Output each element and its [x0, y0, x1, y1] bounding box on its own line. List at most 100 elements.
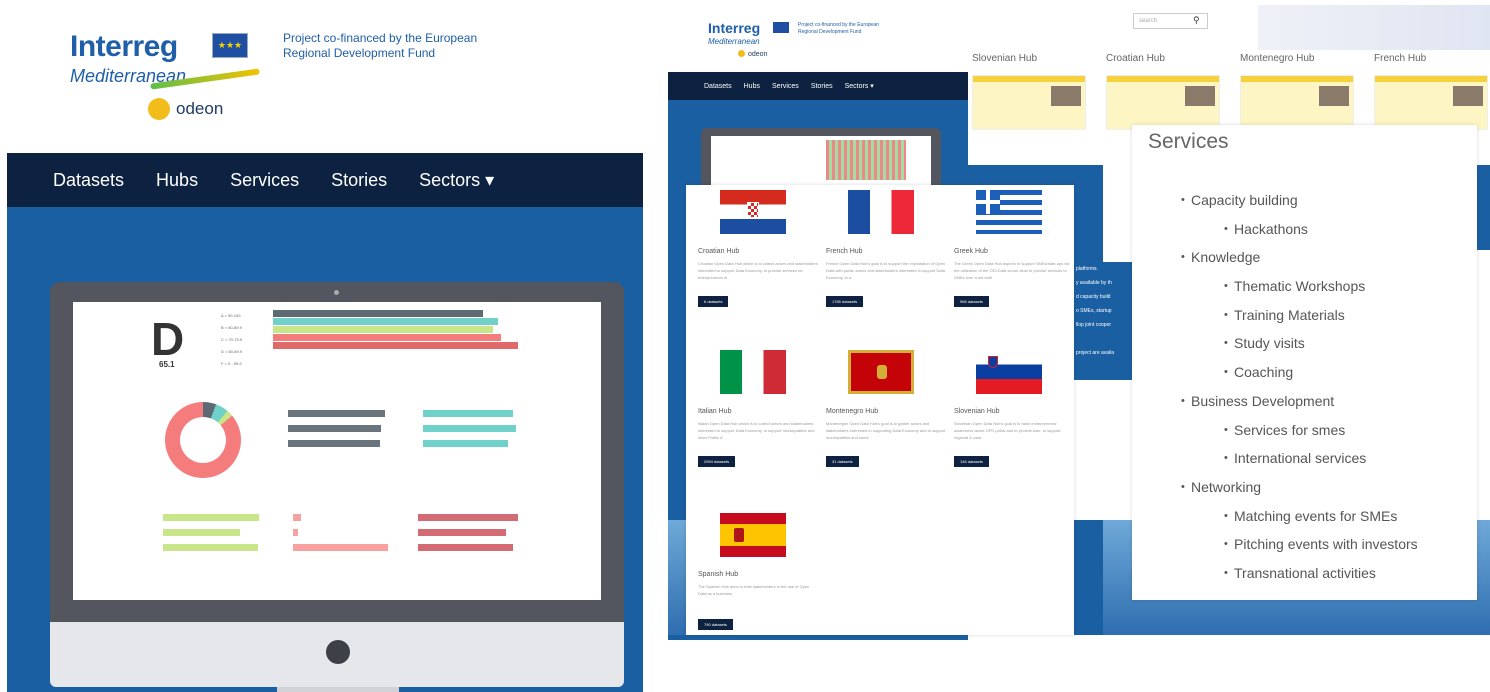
monitor-illustration: D 65.1 A = 90-100 B = 80-89.9 C = 70-79.…	[50, 282, 624, 622]
hub-thumbnail[interactable]	[972, 75, 1086, 130]
hub-page-white-panel	[1074, 380, 1134, 520]
odeon-logo-icon	[148, 98, 170, 120]
hub-description: The Spanish Hub aims to train stakeholde…	[698, 584, 810, 596]
odeon-logo-small: odeon	[738, 50, 767, 58]
odeon-logo-text: odeon	[176, 99, 224, 118]
bar-chart-thumbnail	[826, 140, 906, 180]
monitor-button-icon	[326, 640, 350, 664]
services-list-item[interactable]: Study visits	[1132, 333, 1418, 362]
monitor-camera	[334, 290, 339, 295]
datasets-button[interactable]: 790 datasets	[698, 619, 733, 630]
services-list-item[interactable]: Matching events for SMEs	[1132, 506, 1418, 535]
monitor-stand	[277, 687, 399, 692]
score-bar	[288, 410, 385, 417]
hub-card-spanish[interactable]: Spanish Hub The Spanish Hub aims to trai…	[698, 513, 818, 631]
score-bar	[293, 544, 388, 551]
services-card: Services Capacity buildingHackathonsKnow…	[1132, 125, 1477, 600]
demographics-donut-chart	[165, 402, 241, 478]
dashboard-screen-small	[711, 136, 931, 188]
hub-thumbnail[interactable]	[1374, 75, 1488, 130]
hub-thumbnail[interactable]	[1240, 75, 1354, 130]
datasets-button[interactable]: 1765 datasets	[826, 296, 864, 307]
services-list-item[interactable]: Networking	[1132, 477, 1418, 506]
services-list-item[interactable]: Pitching events with investors	[1132, 534, 1418, 563]
nav-services[interactable]: Services	[230, 170, 299, 191]
interreg-logo-small[interactable]: Interreg	[708, 20, 760, 36]
hub-name: French Hub	[826, 248, 863, 255]
legend-c: C = 70-79.9	[221, 337, 243, 342]
nav-hubs[interactable]: Hubs	[156, 170, 198, 191]
services-list-item[interactable]: International services	[1132, 448, 1418, 477]
datasets-button[interactable]: 31 datasets	[826, 456, 859, 467]
monitor-illustration-small	[701, 128, 941, 188]
services-list-item[interactable]: Knowledge	[1132, 247, 1418, 276]
score-bar	[418, 544, 513, 551]
services-list-item[interactable]: Capacity building	[1132, 190, 1418, 219]
hub-description: Croatian Open Data Hub which is to colle…	[698, 261, 818, 280]
hub-description: Slovenian Open Data Hub's goal is to rai…	[954, 421, 1061, 440]
montenegro-flag-icon	[848, 350, 914, 394]
navbar-small: Datasets Hubs Services Stories Sectors ▾	[668, 72, 968, 100]
dashboard-screen: D 65.1 A = 90-100 B = 80-89.9 C = 70-79.…	[73, 302, 601, 600]
hubs-grid-card: Croatian Hub Croatian Open Data Hub whic…	[686, 185, 1074, 635]
hub-name: Greek Hub	[954, 248, 988, 255]
score-bar	[163, 544, 258, 551]
hub-description: Montenegrin Open Data Hub's goal is to g…	[826, 421, 946, 440]
services-list: Capacity buildingHackathonsKnowledgeThem…	[1132, 190, 1418, 592]
cofinanced-text: Project co-financed by the European Regi…	[283, 31, 478, 60]
hub-name: Slovenian Hub	[954, 408, 1000, 415]
grade-letter: D	[151, 313, 185, 365]
interreg-logo[interactable]: Interreg	[70, 30, 178, 64]
nav-sectors-dropdown[interactable]: Sectors ▾	[419, 170, 494, 191]
services-list-item[interactable]: Coaching	[1132, 362, 1418, 391]
hub-card-slovenian[interactable]: Slovenian Hub Slovenian Open Data Hub's …	[954, 350, 1074, 468]
services-list-item[interactable]: Business Development	[1132, 391, 1418, 420]
monitor-chin	[50, 622, 624, 687]
services-list-item[interactable]: Training Materials	[1132, 305, 1418, 334]
services-list-item[interactable]: Hackathons	[1132, 219, 1418, 248]
score-bar	[418, 529, 506, 536]
hub-card-greek[interactable]: Greek Hub The Greek Open Data Hub aspire…	[954, 190, 1074, 308]
services-list-item[interactable]: Thematic Workshops	[1132, 276, 1418, 305]
header-gradient	[1258, 5, 1490, 50]
legend-a: A = 90-100	[221, 313, 241, 318]
services-list-item[interactable]: Services for smes	[1132, 420, 1418, 449]
score-bar	[273, 334, 501, 341]
search-icon[interactable]: ⚲	[1193, 15, 1200, 26]
spain-flag-icon	[720, 513, 786, 557]
hub-card-montenegro[interactable]: Montenegro Hub Montenegrin Open Data Hub…	[826, 350, 946, 468]
legend-d: D = 60-69.9	[221, 349, 243, 354]
score-bar	[163, 529, 240, 536]
hub-card-croatian[interactable]: Croatian Hub Croatian Open Data Hub whic…	[698, 190, 818, 308]
nav-hubs-small[interactable]: Hubs	[744, 83, 760, 90]
hub-thumbnail[interactable]	[1106, 75, 1220, 130]
nav-services-small[interactable]: Services	[772, 83, 799, 90]
nav-stories-small[interactable]: Stories	[811, 83, 833, 90]
services-list-item[interactable]: Transnational activities	[1132, 563, 1418, 592]
hub-card-italian[interactable]: Italian Hub Italian Open Data Hub which …	[698, 350, 818, 468]
hub-name: Montenegro Hub	[826, 408, 879, 415]
mediterranean-logo-text-small: Mediterranean	[708, 37, 760, 46]
datasets-button[interactable]: 6 datasets	[698, 296, 729, 307]
grade-legend: A = 90-100 B = 80-89.9 C = 70-79.9 D = 6…	[221, 310, 242, 370]
datasets-button[interactable]: 146 datasets	[954, 456, 989, 467]
hub-description: The Greek Open Data Hub aspires to suppo…	[954, 261, 1070, 280]
datasets-button[interactable]: 2994 datasets	[698, 456, 736, 467]
croatia-flag-icon	[720, 190, 786, 234]
strip-label-french: French Hub	[1374, 53, 1427, 64]
left-screenshot: Interreg ★★★ Mediterranean odeon Project…	[0, 0, 648, 692]
nav-datasets[interactable]: Datasets	[53, 170, 124, 191]
nav-sectors-small[interactable]: Sectors ▾	[845, 82, 874, 90]
strip-label-croatian: Croatian Hub	[1106, 53, 1165, 64]
hub-card-french[interactable]: French Hub French Open Data Hub's goal i…	[826, 190, 946, 308]
nav-stories[interactable]: Stories	[331, 170, 387, 191]
score-bar	[293, 529, 298, 536]
score-bar	[288, 425, 381, 432]
hub-description: French Open Data Hub's goal is to suppor…	[826, 261, 946, 280]
services-title: Services	[1148, 130, 1229, 153]
italy-flag-icon	[720, 350, 786, 394]
nav-datasets-small[interactable]: Datasets	[704, 83, 732, 90]
score-bar	[163, 514, 259, 521]
datasets-button[interactable]: 966 datasets	[954, 296, 989, 307]
score-bar	[273, 342, 518, 349]
